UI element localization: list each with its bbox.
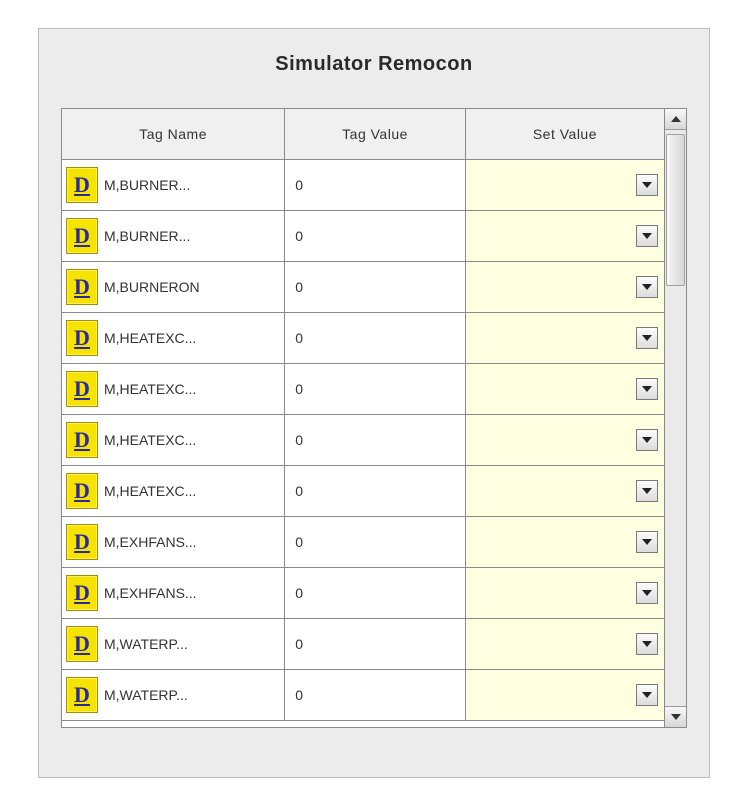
set-value-dropdown[interactable]	[466, 160, 664, 210]
set-value-dropdown[interactable]	[466, 415, 664, 465]
app-outer: Simulator Remocon Tag Name Tag Value Set…	[0, 0, 748, 806]
table-row[interactable]: D M,WATERP... 0	[62, 670, 664, 721]
tag-name: M,EXHFANS...	[104, 534, 197, 550]
chevron-down-icon	[642, 692, 652, 698]
tag-name: M,WATERP...	[104, 636, 188, 652]
dropdown-button[interactable]	[636, 582, 658, 604]
chevron-down-icon	[642, 233, 652, 239]
tag-name: M,HEATEXC...	[104, 381, 196, 397]
tag-value: 0	[285, 466, 466, 517]
tag-name: M,BURNERON	[104, 279, 200, 295]
chevron-down-icon	[642, 386, 652, 392]
panel-title: Simulator Remocon	[61, 53, 687, 76]
dropdown-button[interactable]	[636, 327, 658, 349]
tag-name: M,HEATEXC...	[104, 330, 196, 346]
tag-name: M,BURNER...	[104, 177, 190, 193]
tag-value: 0	[285, 313, 466, 364]
set-value-dropdown[interactable]	[466, 517, 664, 567]
data-badge: D	[66, 422, 98, 458]
data-badge: D	[66, 269, 98, 305]
tag-name: M,EXHFANS...	[104, 585, 197, 601]
data-badge: D	[66, 626, 98, 662]
set-value-dropdown[interactable]	[466, 466, 664, 516]
table-row[interactable]: D M,BURNER... 0	[62, 160, 664, 211]
dropdown-button[interactable]	[636, 378, 658, 400]
tag-name: M,HEATEXC...	[104, 483, 196, 499]
chevron-down-icon	[642, 590, 652, 596]
dropdown-button[interactable]	[636, 633, 658, 655]
chevron-down-icon	[671, 714, 681, 720]
data-badge: D	[66, 320, 98, 356]
dropdown-button[interactable]	[636, 531, 658, 553]
table-row[interactable]: D M,EXHFANS... 0	[62, 568, 664, 619]
data-badge: D	[66, 218, 98, 254]
grid-wrap: Tag Name Tag Value Set Value D M,BURNER..…	[61, 108, 687, 728]
set-value-dropdown[interactable]	[466, 670, 664, 720]
table-row[interactable]: D M,BURNERON 0	[62, 262, 664, 313]
chevron-down-icon	[642, 641, 652, 647]
set-value-dropdown[interactable]	[466, 262, 664, 312]
dropdown-button[interactable]	[636, 174, 658, 196]
tag-value: 0	[285, 160, 466, 211]
col-header-tagvalue[interactable]: Tag Value	[285, 109, 466, 160]
table-row[interactable]: D M,HEATEXC... 0	[62, 313, 664, 364]
tag-value: 0	[285, 619, 466, 670]
chevron-down-icon	[642, 182, 652, 188]
set-value-dropdown[interactable]	[466, 364, 664, 414]
tag-value: 0	[285, 568, 466, 619]
scroll-up-button[interactable]	[665, 109, 686, 130]
data-badge: D	[66, 524, 98, 560]
table-row[interactable]: D M,HEATEXC... 0	[62, 415, 664, 466]
tag-name: M,BURNER...	[104, 228, 190, 244]
data-badge: D	[66, 167, 98, 203]
data-badge: D	[66, 473, 98, 509]
set-value-dropdown[interactable]	[466, 619, 664, 669]
tag-value: 0	[285, 211, 466, 262]
col-header-tagname[interactable]: Tag Name	[62, 109, 285, 160]
chevron-down-icon	[642, 335, 652, 341]
scroll-thumb[interactable]	[666, 134, 685, 286]
dropdown-button[interactable]	[636, 684, 658, 706]
chevron-down-icon	[642, 437, 652, 443]
tag-value: 0	[285, 415, 466, 466]
col-header-setvalue[interactable]: Set Value	[465, 109, 664, 160]
tag-value: 0	[285, 364, 466, 415]
set-value-dropdown[interactable]	[466, 313, 664, 363]
chevron-up-icon	[671, 116, 681, 122]
chevron-down-icon	[642, 539, 652, 545]
tag-value: 0	[285, 517, 466, 568]
table-row[interactable]: D M,EXHFANS... 0	[62, 517, 664, 568]
tag-value: 0	[285, 670, 466, 721]
tag-name: M,WATERP...	[104, 687, 188, 703]
dropdown-button[interactable]	[636, 429, 658, 451]
table-row[interactable]: D M,WATERP... 0	[62, 619, 664, 670]
tag-grid: Tag Name Tag Value Set Value D M,BURNER..…	[61, 108, 665, 728]
header-row: Tag Name Tag Value Set Value	[62, 109, 664, 160]
dropdown-button[interactable]	[636, 225, 658, 247]
dropdown-button[interactable]	[636, 276, 658, 298]
tag-value: 0	[285, 262, 466, 313]
table-row[interactable]: D M,HEATEXC... 0	[62, 466, 664, 517]
chevron-down-icon	[642, 284, 652, 290]
dropdown-button[interactable]	[636, 480, 658, 502]
chevron-down-icon	[642, 488, 652, 494]
tag-name: M,HEATEXC...	[104, 432, 196, 448]
data-badge: D	[66, 371, 98, 407]
set-value-dropdown[interactable]	[466, 568, 664, 618]
data-badge: D	[66, 677, 98, 713]
scroll-track[interactable]	[665, 130, 686, 706]
set-value-dropdown[interactable]	[466, 211, 664, 261]
table-row[interactable]: D M,BURNER... 0	[62, 211, 664, 262]
table-row[interactable]: D M,HEATEXC... 0	[62, 364, 664, 415]
data-badge: D	[66, 575, 98, 611]
panel: Simulator Remocon Tag Name Tag Value Set…	[38, 28, 710, 778]
scroll-down-button[interactable]	[665, 706, 686, 727]
vertical-scrollbar[interactable]	[665, 108, 687, 728]
